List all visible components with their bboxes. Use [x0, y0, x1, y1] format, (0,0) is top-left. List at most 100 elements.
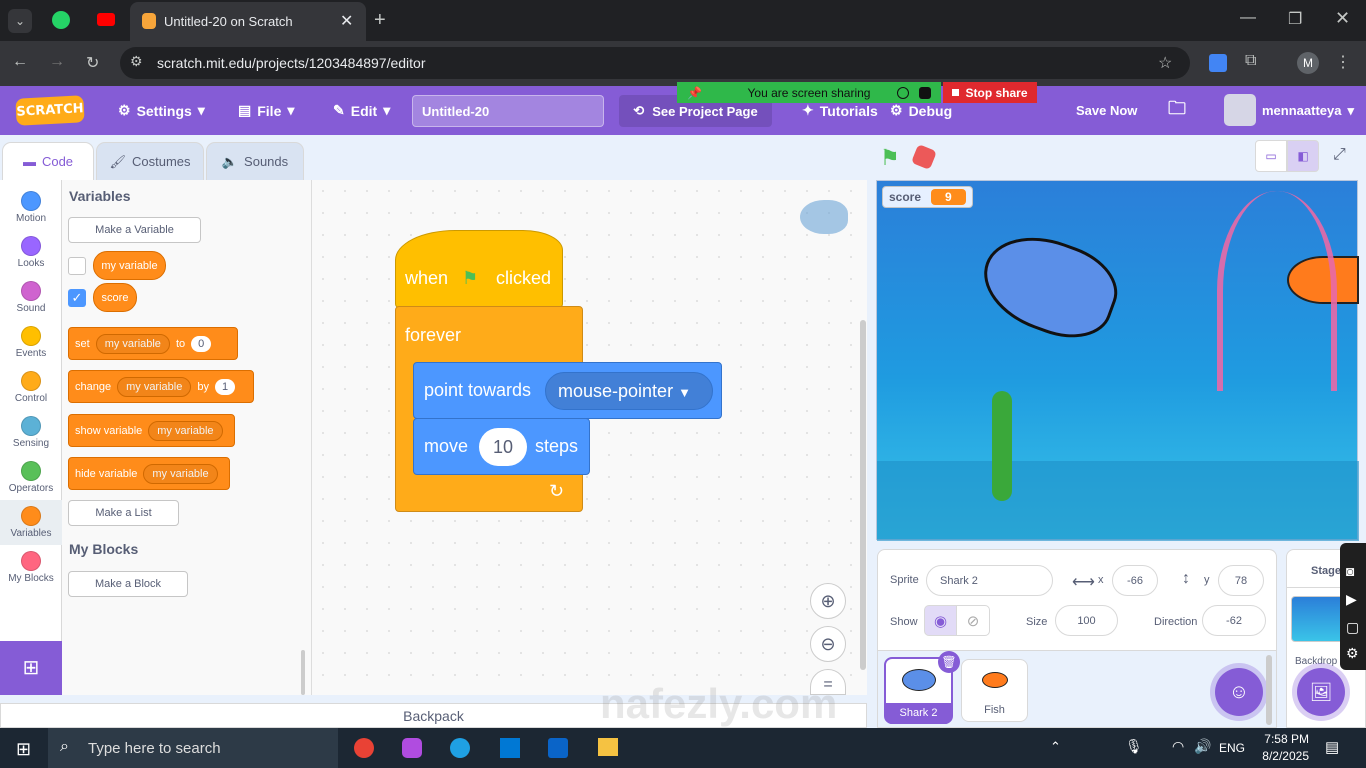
browser-menu-icon[interactable]: ⋮ [1335, 52, 1351, 72]
change-variable-dropdown[interactable]: my variable [117, 376, 192, 397]
change-variable-block[interactable]: change my variable by 1 [68, 370, 254, 403]
score-monitor[interactable]: score 9 [882, 186, 973, 208]
zoom-out-icon[interactable]: ⊖ [810, 626, 846, 662]
google-translate-icon[interactable] [1209, 54, 1227, 72]
choose-backdrop-icon[interactable]: 🖼 [1297, 668, 1345, 716]
site-info-icon[interactable]: ⚙ [130, 53, 143, 70]
whatsapp-icon[interactable] [52, 11, 70, 29]
script-scrollbar[interactable] [860, 320, 866, 670]
shark-sprite[interactable] [970, 220, 1129, 352]
forward-icon[interactable]: → [49, 53, 65, 71]
set-variable-block[interactable]: set my variable to 0 [68, 327, 238, 360]
my-variable-checkbox[interactable] [68, 257, 86, 275]
steps-input[interactable]: 10 [479, 428, 527, 466]
choose-sprite-cat-icon[interactable]: ☺ [1215, 668, 1263, 716]
youtube-icon[interactable] [97, 13, 115, 26]
when-flag-clicked-block[interactable]: when ⚑ clicked [395, 230, 563, 308]
window-icon[interactable]: ▢ [1346, 619, 1359, 636]
category-variables[interactable]: Variables [0, 500, 62, 545]
show-variable-dropdown[interactable]: my variable [148, 420, 223, 441]
notifications-icon[interactable]: ▤ [1325, 738, 1339, 756]
file-explorer-icon[interactable] [598, 738, 618, 756]
my-variable-reporter[interactable]: my variable [93, 251, 166, 280]
move-steps-block[interactable]: move 10 steps [413, 418, 590, 475]
settings-menu[interactable]: ⚙ Settings ▾ [118, 86, 205, 135]
category-events[interactable]: Events [0, 320, 62, 365]
scratch-logo[interactable]: SCRATCH [15, 95, 85, 126]
camera-icon[interactable]: ◙ [1346, 563, 1354, 579]
video-icon[interactable]: ▶ [1346, 591, 1357, 608]
volume-icon[interactable]: 🔊 [1194, 738, 1211, 755]
clock-time[interactable]: 7:58 PM [1261, 732, 1309, 746]
language-indicator[interactable]: ENG [1219, 741, 1245, 755]
category-my-blocks[interactable]: My Blocks [0, 545, 62, 590]
save-now-button[interactable]: Save Now [1076, 86, 1137, 135]
profile-avatar[interactable]: M [1297, 52, 1319, 74]
active-tab[interactable]: Untitled-20 on Scratch ✕ [130, 2, 366, 41]
project-title-input[interactable]: Untitled-20 [412, 95, 604, 127]
microphone-icon[interactable]: 🎙 [1125, 738, 1143, 755]
target-dropdown[interactable]: mouse-pointer ▼ [545, 372, 713, 410]
category-operators[interactable]: Operators [0, 455, 62, 500]
info-icon[interactable] [897, 86, 909, 99]
chevron-up-icon[interactable]: ⌃ [1050, 739, 1061, 755]
normal-stage-icon[interactable]: ◧ [1287, 140, 1319, 172]
script-area[interactable]: when ⚑ clicked forever ↻ point towards m… [312, 180, 867, 695]
category-sensing[interactable]: Sensing [0, 410, 62, 455]
back-icon[interactable]: ← [12, 53, 28, 71]
tab-costumes[interactable]: 🖌 Costumes [96, 142, 204, 180]
copilot-icon[interactable] [402, 738, 422, 758]
stage-canvas[interactable]: score 9 [876, 180, 1359, 541]
score-reporter[interactable]: score [93, 283, 137, 312]
y-input[interactable]: 78 [1218, 565, 1264, 596]
make-block-button[interactable]: Make a Block [68, 571, 188, 597]
sprite-name-input[interactable]: Shark 2 [926, 565, 1053, 596]
palette-scrollbar[interactable] [301, 650, 305, 695]
sprite-tile-fish[interactable]: Fish [961, 659, 1028, 722]
direction-input[interactable]: -62 [1202, 605, 1266, 636]
new-tab-icon[interactable]: + [374, 9, 386, 32]
show-visible-eye-icon[interactable]: ◉ [924, 605, 957, 636]
change-value-input[interactable]: 1 [214, 378, 236, 395]
close-window-icon[interactable]: ✕ [1335, 8, 1350, 29]
extensions-icon[interactable]: ⧉ [1245, 52, 1256, 70]
settings-gear-icon[interactable]: ⚙ [1346, 645, 1359, 662]
zoom-in-icon[interactable]: ⊕ [810, 583, 846, 619]
maximize-icon[interactable]: ❐ [1288, 9, 1302, 29]
user-avatar[interactable] [1224, 94, 1256, 126]
set-variable-dropdown[interactable]: my variable [95, 333, 170, 354]
size-input[interactable]: 100 [1055, 605, 1118, 636]
category-sound[interactable]: Sound [0, 275, 62, 320]
edge-icon[interactable] [450, 738, 470, 758]
category-motion[interactable]: Motion [0, 185, 62, 230]
hide-eye-slash-icon[interactable]: ⊘ [956, 605, 990, 636]
tab-code[interactable]: ▬ Code [2, 142, 94, 180]
tab-sounds[interactable]: 🔈 Sounds [206, 142, 304, 180]
make-list-button[interactable]: Make a List [68, 500, 179, 526]
category-looks[interactable]: Looks [0, 230, 62, 275]
wifi-icon[interactable]: ◠ [1172, 738, 1184, 755]
account-menu[interactable]: mennaatteya ▾ [1262, 86, 1354, 135]
fullscreen-icon[interactable]: ⤢ [1333, 146, 1346, 164]
taskbar-search[interactable]: ⌕ Type here to search [48, 728, 338, 768]
make-variable-button[interactable]: Make a Variable [68, 217, 201, 243]
small-stage-icon[interactable]: ▭ [1255, 140, 1287, 172]
score-checkbox[interactable]: ✓ [68, 289, 86, 307]
bookmark-star-icon[interactable]: ☆ [1158, 53, 1172, 73]
close-tab-icon[interactable]: ✕ [340, 11, 353, 31]
minimize-icon[interactable]: — [1240, 9, 1256, 27]
address-bar[interactable]: ⚙ scratch.mit.edu/projects/1203484897/ed… [120, 47, 1190, 79]
edit-menu[interactable]: ✎ Edit ▾ [333, 86, 390, 135]
show-variable-block[interactable]: show variable my variable [68, 414, 235, 447]
hide-variable-block[interactable]: hide variable my variable [68, 457, 230, 490]
stop-sign-button[interactable] [910, 143, 938, 171]
delete-sprite-trash-icon[interactable]: 🗑 [938, 651, 960, 673]
outlook-icon[interactable] [548, 738, 568, 758]
windows-start-icon[interactable]: ⊞ [16, 739, 31, 760]
point-towards-block[interactable]: point towards mouse-pointer ▼ [413, 362, 722, 419]
hide-variable-dropdown[interactable]: my variable [143, 463, 218, 484]
set-value-input[interactable]: 0 [191, 335, 212, 352]
category-control[interactable]: Control [0, 365, 62, 410]
add-extension-button[interactable]: ⊞ [0, 641, 62, 695]
sprite-list-scrollbar[interactable] [1266, 655, 1272, 725]
